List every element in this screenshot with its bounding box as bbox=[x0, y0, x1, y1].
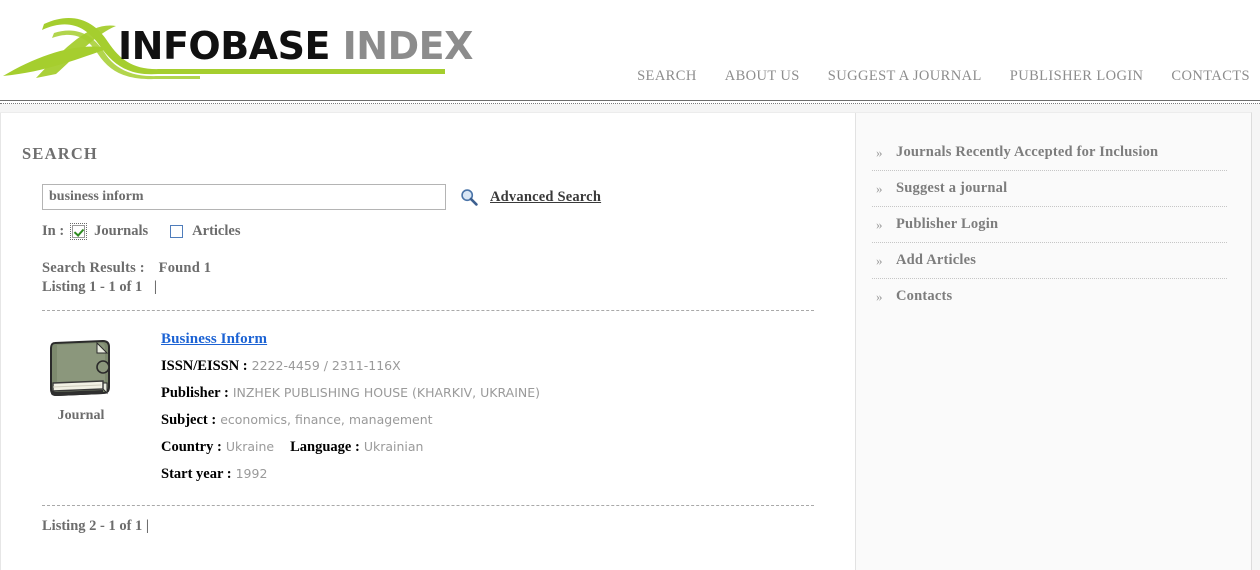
search-scope-row: In : Journals Articles bbox=[42, 223, 855, 240]
sidebar-item-add-articles[interactable]: » Add Articles bbox=[872, 243, 1227, 279]
sidebar-item-journals-recently-accepted[interactable]: » Journals Recently Accepted for Inclusi… bbox=[872, 135, 1227, 171]
nav-suggest-a-journal[interactable]: SUGGEST A JOURNAL bbox=[828, 68, 982, 85]
field-publisher: Publisher : INZHEK PUBLISHING HOUSE (KHAR… bbox=[161, 385, 540, 402]
site-header: INFOBASE INDEX SEARCH ABOUT US SUGGEST A… bbox=[0, 0, 1260, 104]
scope-label: In : bbox=[42, 223, 65, 239]
field-start-year-label: Start year : bbox=[161, 466, 232, 482]
sidebar-item-suggest-a-journal[interactable]: » Suggest a journal bbox=[872, 171, 1227, 207]
field-subject: Subject : economics, finance, management bbox=[161, 412, 540, 429]
field-country-language: Country : Ukraine Language : Ukrainian bbox=[161, 439, 540, 456]
sidebar-item-label: Contacts bbox=[896, 288, 953, 304]
sidebar-item-label: Add Articles bbox=[896, 252, 977, 268]
search-results-count: Found 1 bbox=[158, 260, 212, 276]
field-publisher-value: INZHEK PUBLISHING HOUSE (KHARKIV, UKRAIN… bbox=[232, 385, 541, 400]
result-icon-cell: Journal bbox=[1, 325, 161, 483]
field-publisher-label: Publisher : bbox=[161, 385, 229, 401]
nav-search[interactable]: SEARCH bbox=[637, 68, 697, 85]
search-results-label: Search Results : bbox=[42, 260, 145, 276]
page-body: SEARCH Advanced Search In : Journals Art… bbox=[0, 104, 1260, 570]
chevron-right-icon: » bbox=[876, 288, 883, 304]
field-language-label: Language : bbox=[290, 439, 360, 455]
chevron-right-icon: » bbox=[876, 180, 883, 196]
field-issn-value: 2222-4459 / 2311-116X bbox=[251, 358, 401, 373]
listing-range-top-text: Listing 1 - 1 of 1 bbox=[42, 279, 143, 295]
header-divider bbox=[0, 100, 1260, 101]
sidebar: » Journals Recently Accepted for Inclusi… bbox=[856, 113, 1251, 570]
result-details: Business Inform ISSN/EISSN :2222-4459 / … bbox=[161, 325, 540, 483]
main-content: SEARCH Advanced Search In : Journals Art… bbox=[0, 113, 856, 570]
logo-word-primary: INFOBASE bbox=[118, 24, 330, 68]
chevron-right-icon: » bbox=[876, 252, 883, 268]
result-item: Journal Business Inform ISSN/EISSN :2222… bbox=[1, 325, 855, 483]
field-issn: ISSN/EISSN :2222-4459 / 2311-116X bbox=[161, 358, 540, 375]
field-start-year-value: 1992 bbox=[235, 466, 268, 481]
articles-checkbox-label[interactable]: Articles bbox=[192, 223, 240, 240]
sidebar-item-contacts[interactable]: » Contacts bbox=[872, 279, 1227, 314]
chevron-right-icon: » bbox=[876, 216, 883, 232]
search-input[interactable] bbox=[42, 184, 446, 210]
field-subject-value: economics, finance, management bbox=[220, 412, 433, 427]
field-subject-label: Subject : bbox=[161, 412, 217, 428]
listing-range-bottom-text: Listing 2 - 1 of 1 bbox=[42, 518, 143, 534]
listing-separator-bottom: | bbox=[145, 518, 150, 534]
listing-separator-top: | bbox=[153, 279, 158, 295]
nav-contacts[interactable]: CONTACTS bbox=[1171, 68, 1250, 85]
sidebar-item-label: Journals Recently Accepted for Inclusion bbox=[896, 144, 1159, 160]
logo-word-secondary: INDEX bbox=[342, 24, 474, 68]
search-results-summary: Search Results : Found 1 bbox=[42, 260, 855, 277]
field-country-value: Ukraine bbox=[225, 439, 275, 454]
nav-about-us[interactable]: ABOUT US bbox=[725, 68, 800, 85]
chevron-right-icon: » bbox=[876, 144, 883, 160]
page-shell: SEARCH Advanced Search In : Journals Art… bbox=[0, 112, 1252, 570]
main-navigation: SEARCH ABOUT US SUGGEST A JOURNAL PUBLIS… bbox=[637, 68, 1250, 85]
sidebar-item-publisher-login[interactable]: » Publisher Login bbox=[872, 207, 1227, 243]
field-country-label: Country : bbox=[161, 439, 222, 455]
nav-publisher-login[interactable]: PUBLISHER LOGIN bbox=[1010, 68, 1144, 85]
listing-range-bottom: Listing 2 - 1 of 1 | bbox=[42, 518, 855, 535]
result-icon-label: Journal bbox=[57, 408, 105, 423]
journal-book-icon bbox=[50, 339, 110, 397]
field-language-value: Ukrainian bbox=[363, 439, 424, 454]
result-title-link[interactable]: Business Inform bbox=[161, 331, 267, 347]
journals-checkbox-label[interactable]: Journals bbox=[94, 223, 148, 240]
sidebar-item-label: Publisher Login bbox=[896, 216, 999, 232]
search-bar: Advanced Search bbox=[42, 184, 855, 210]
logo-wordmark: INFOBASE INDEX bbox=[118, 24, 473, 68]
site-logo[interactable]: INFOBASE INDEX bbox=[0, 8, 473, 92]
field-start-year: Start year :1992 bbox=[161, 466, 540, 483]
page-title: SEARCH bbox=[22, 144, 98, 163]
articles-checkbox[interactable] bbox=[170, 225, 184, 238]
field-issn-label: ISSN/EISSN : bbox=[161, 358, 248, 374]
sidebar-item-label: Suggest a journal bbox=[896, 180, 1008, 196]
results-top-divider bbox=[42, 310, 814, 311]
journals-checkbox[interactable] bbox=[70, 223, 88, 240]
listing-range-top: Listing 1 - 1 of 1 | bbox=[42, 279, 855, 296]
advanced-search-link[interactable]: Advanced Search bbox=[490, 189, 601, 206]
results-bottom-divider bbox=[42, 505, 814, 506]
search-icon[interactable] bbox=[460, 188, 478, 206]
